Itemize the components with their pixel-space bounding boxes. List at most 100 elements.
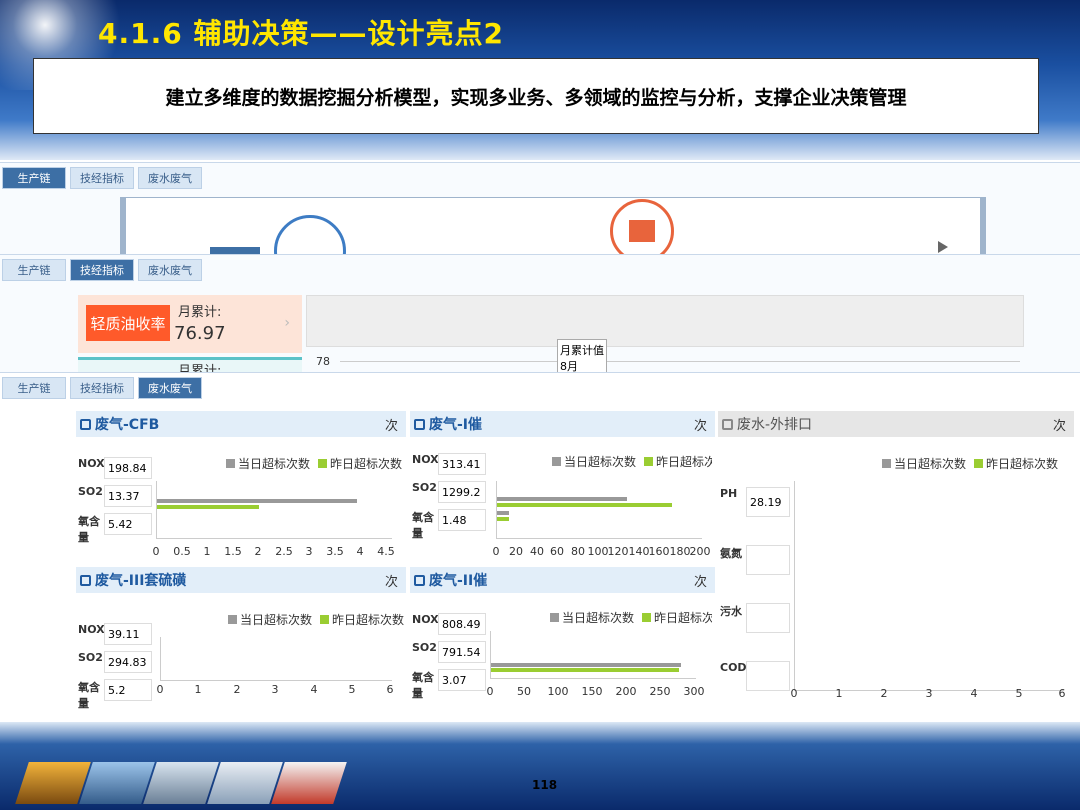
chart-legend: 当日超标次数 昨日超标次数 bbox=[550, 609, 712, 626]
tab-tech-indicators[interactable]: 技经指标 bbox=[70, 167, 134, 189]
footer-photo-strip bbox=[15, 762, 347, 804]
x-tick: 200 bbox=[689, 545, 711, 558]
chart-unit: 次 bbox=[693, 574, 707, 590]
x-tick: 300 bbox=[683, 685, 705, 698]
metric-value: 313.41 bbox=[438, 453, 486, 475]
subtitle-text: 建立多维度的数据挖掘分析模型，实现多业务、多领域的监控与分析，支撑企业决策管理 bbox=[165, 86, 907, 109]
x-tick: 100 bbox=[587, 545, 609, 558]
production-chain-panel: 生产链 技经指标 废水废气 bbox=[0, 162, 1080, 256]
legend-swatch-yesterday bbox=[318, 459, 328, 468]
metric-value: 808.49 bbox=[438, 613, 486, 635]
tab-waste[interactable]: 废水废气 bbox=[138, 377, 202, 399]
tab-bar: 生产链 技经指标 废水废气 bbox=[2, 167, 202, 189]
chart-title: 废水-外排口 次 bbox=[718, 411, 1074, 437]
x-tick: 5 bbox=[1015, 687, 1023, 700]
kpi-card[interactable]: 轻质油收率 月累计: 76.97 › bbox=[78, 295, 302, 353]
waste-panel: 生产链 技经指标 废水废气 废气-CFB 次 当日超标次数 昨日超标次数 NOX… bbox=[0, 372, 1080, 722]
metric-row: NOX 313.41 bbox=[412, 453, 486, 475]
tab-production-chain[interactable]: 生产链 bbox=[2, 377, 66, 399]
x-tick: 0 bbox=[486, 685, 494, 698]
legend-yesterday-label: 昨日超标次数 bbox=[986, 457, 1059, 471]
metric-key: SO2 bbox=[78, 651, 103, 664]
metric-value: 81.43 bbox=[746, 661, 790, 691]
bar-yesterday bbox=[157, 505, 259, 509]
x-tick: 2 bbox=[254, 545, 262, 558]
play-arrow-icon bbox=[938, 241, 948, 253]
metric-value: 0.78 bbox=[746, 603, 790, 633]
bar-today bbox=[491, 663, 681, 667]
photo-station bbox=[271, 762, 347, 804]
metric-key: NOX bbox=[412, 613, 439, 626]
x-tick: 180 bbox=[669, 545, 691, 558]
tab-tech-indicators[interactable]: 技经指标 bbox=[70, 259, 134, 281]
x-tick: 5 bbox=[348, 683, 356, 696]
chart-title-text: 废气-CFB bbox=[95, 417, 160, 433]
chart-iii: 废气-III套硫磺 次 当日超标次数 昨日超标次数 NOX 39.11 SO2 29… bbox=[76, 567, 406, 717]
bar-yesterday bbox=[497, 517, 509, 521]
x-tick: 200 bbox=[615, 685, 637, 698]
tab-bar: 生产链 技经指标 废水废气 bbox=[2, 259, 202, 281]
month-cumulative-value: 76.97 bbox=[174, 323, 226, 344]
metric-row: SO2 1299.2 bbox=[412, 481, 486, 503]
legend-today: 当日超标次数 bbox=[226, 455, 310, 472]
metric-value: 1299.2 bbox=[438, 481, 486, 503]
metric-key: SO2 bbox=[78, 485, 103, 498]
chart-unit: 次 bbox=[1052, 418, 1066, 434]
chart-title-text: 废气-III套硫磺 bbox=[95, 573, 187, 589]
metric-row: 氧含量 5.42 bbox=[78, 513, 152, 545]
metric-row: 氧含量 1.48 bbox=[412, 509, 486, 541]
month-cumulative-label-2: 月累计: bbox=[178, 364, 222, 372]
metric-key: SO2 bbox=[412, 481, 437, 494]
metric-key: 氧含量 bbox=[78, 681, 100, 710]
chart-waste-water: 废水-外排口 次 当日超标次数 昨日超标次数 PH 28.19 氨氮 5.9 污水 0… bbox=[718, 411, 1074, 717]
legend-swatch-yesterday bbox=[974, 459, 984, 468]
x-tick: 0.5 bbox=[173, 545, 191, 558]
chart-legend: 当日超标次数 昨日超标次数 bbox=[882, 455, 1058, 472]
x-tick: 2 bbox=[880, 687, 888, 700]
x-tick: 100 bbox=[547, 685, 569, 698]
chart-icon bbox=[80, 574, 91, 586]
chart-icon bbox=[414, 418, 425, 430]
metric-key: COD bbox=[720, 661, 747, 674]
tooltip-title: 月累计值 bbox=[560, 344, 604, 357]
photo-tanks bbox=[207, 762, 283, 804]
legend-swatch-yesterday bbox=[320, 615, 330, 624]
x-tick: 6 bbox=[386, 683, 394, 696]
chart-title-text: 废水-外排口 bbox=[737, 417, 813, 433]
x-tick: 6 bbox=[1058, 687, 1066, 700]
tab-production-chain[interactable]: 生产链 bbox=[2, 259, 66, 281]
plot-area bbox=[496, 481, 702, 539]
tab-tech-indicators[interactable]: 技经指标 bbox=[70, 377, 134, 399]
legend-swatch-today bbox=[552, 457, 561, 466]
tooltip-date: 8月 bbox=[560, 360, 578, 372]
chevron-right-icon[interactable]: › bbox=[284, 315, 290, 331]
photo-refinery bbox=[79, 762, 155, 804]
tab-waste[interactable]: 废水废气 bbox=[138, 167, 202, 189]
metric-key: 氧含量 bbox=[412, 671, 434, 700]
legend-yesterday-label: 昨日超标次数 bbox=[654, 611, 712, 625]
x-tick: 3 bbox=[305, 545, 313, 558]
chart-title: 废气-I催 次 bbox=[410, 411, 715, 437]
x-tick: 80 bbox=[571, 545, 585, 558]
kpi-card-2[interactable]: 月累计: bbox=[78, 357, 302, 372]
chart-icon bbox=[414, 574, 425, 586]
tab-production-chain[interactable]: 生产链 bbox=[2, 167, 66, 189]
chart-icon bbox=[80, 418, 91, 430]
chart-legend: 当日超标次数 昨日超标次数 bbox=[228, 611, 404, 628]
bar-today bbox=[497, 497, 627, 501]
legend-yesterday-label: 昨日超标次数 bbox=[330, 457, 403, 471]
chart-title: 废气-III套硫磺 次 bbox=[76, 567, 406, 593]
x-tick: 0 bbox=[156, 683, 164, 696]
x-tick: 120 bbox=[607, 545, 629, 558]
x-tick: 20 bbox=[509, 545, 523, 558]
metric-key: PH bbox=[720, 487, 738, 500]
tab-waste[interactable]: 废水废气 bbox=[138, 259, 202, 281]
legend-today: 当日超标次数 bbox=[550, 609, 634, 626]
legend-yesterday: 昨日超标次数 bbox=[320, 611, 404, 628]
chart-title: 废气-CFB 次 bbox=[76, 411, 406, 437]
slide-title: 4.1.6 辅助决策——设计亮点2 bbox=[98, 17, 504, 50]
trend-chart-area bbox=[306, 295, 1024, 347]
chart-ii: 废气-II催 次 当日超标次数 昨日超标次数 NOX808.49 SO2791.… bbox=[410, 567, 715, 717]
x-tick: 60 bbox=[550, 545, 564, 558]
metric-value: 791.54 bbox=[438, 641, 486, 663]
